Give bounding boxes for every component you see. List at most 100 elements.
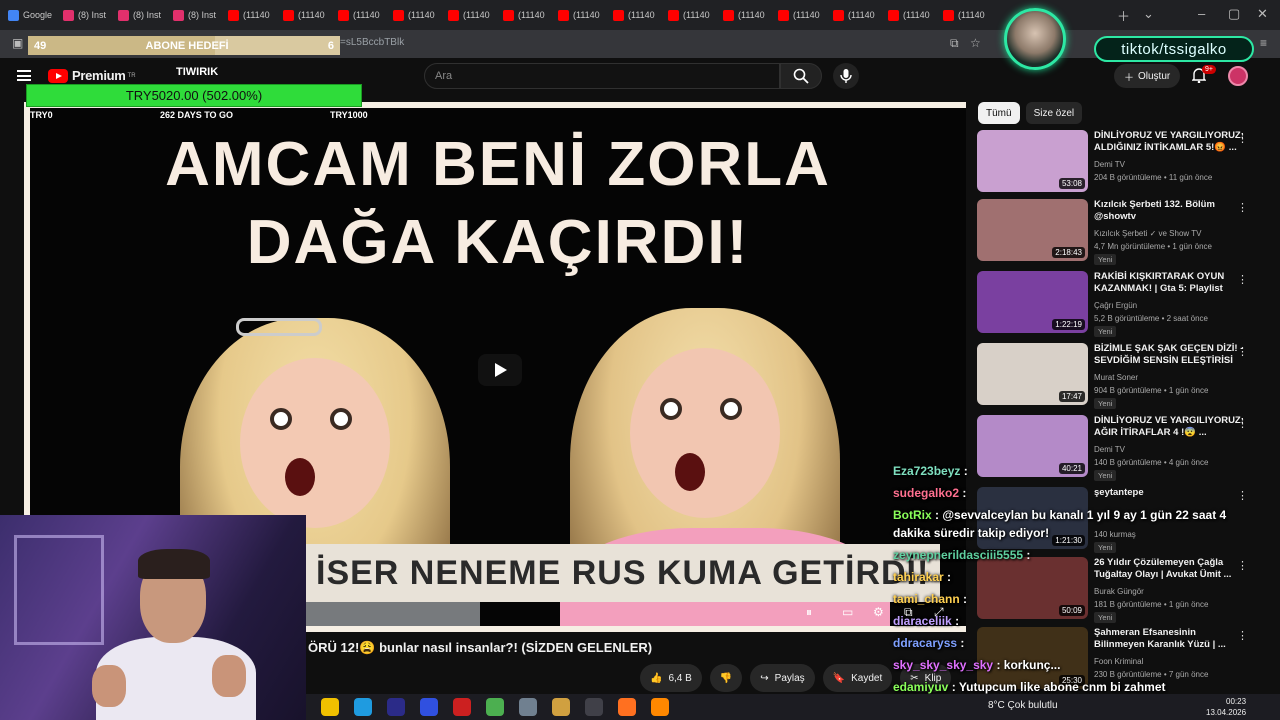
browser-tab[interactable]: (11140 <box>774 3 829 27</box>
chat-text: : <box>963 592 968 606</box>
video-thumbnail[interactable]: 17:47 <box>977 343 1088 405</box>
new-tab-icon[interactable]: ＋ <box>1117 6 1130 25</box>
tab-search-icon[interactable]: ⌄ <box>1143 6 1154 22</box>
channel-name[interactable]: Demi TV <box>1094 445 1125 454</box>
recommended-video[interactable]: 2:18:43 Kızılcık Şerbeti 132. Bölüm @show… <box>977 199 1267 265</box>
more-options-icon[interactable]: ⋮ <box>1237 201 1248 214</box>
app-icon[interactable] <box>519 698 537 716</box>
hamburger-menu-icon[interactable] <box>17 70 31 81</box>
site-info-icon[interactable]: ▣ <box>12 36 23 50</box>
file-explorer-icon[interactable] <box>321 698 339 716</box>
chat-text: : <box>955 614 960 628</box>
browser-tab[interactable]: (11140 <box>334 3 389 27</box>
tab-favicon-icon <box>888 9 899 21</box>
channel-name[interactable]: Kızılcık Şerbeti ✓ ve Show TV <box>1094 229 1201 238</box>
video-title[interactable]: DİNLİYORUZ VE YARGILIYORUZ: AĞIR İTİRAFL… <box>1094 415 1244 439</box>
more-options-icon[interactable]: ⋮ <box>1237 417 1248 430</box>
video-thumbnail[interactable]: 2:18:43 <box>977 199 1088 261</box>
video-thumbnail[interactable]: 53:08 <box>977 130 1088 192</box>
obs-icon[interactable] <box>585 698 603 716</box>
browser-tab[interactable]: (8) Inst <box>114 3 169 27</box>
premiere-icon[interactable] <box>387 698 405 716</box>
video-title[interactable]: DİNLİYORUZ VE YARGILIYORUZ: ALDIĞINIZ İN… <box>1094 130 1244 154</box>
browser-tab[interactable]: (11140 <box>609 3 664 27</box>
browser-tab[interactable]: (11140 <box>939 3 994 27</box>
search-input[interactable]: Ara <box>424 63 780 89</box>
center-play-button[interactable] <box>478 354 522 386</box>
account-avatar[interactable] <box>1228 66 1248 86</box>
app-icon[interactable] <box>420 698 438 716</box>
maximize-icon[interactable]: ▢ <box>1228 6 1240 22</box>
browser-tab[interactable]: (11140 <box>664 3 719 27</box>
chat-message: tami_chann : <box>893 592 967 606</box>
video-title[interactable]: BİZİMLE ŞAK ŞAK GEÇEN DİZİ! - SEVDİĞİM S… <box>1094 343 1244 367</box>
browser-tab[interactable]: (11140 <box>389 3 444 27</box>
share-button[interactable]: ↪ Paylaş <box>750 664 815 692</box>
video-title[interactable]: Kızılcık Şerbeti 132. Bölüm @showtv <box>1094 199 1244 223</box>
firefox-icon[interactable] <box>618 698 636 716</box>
browser-tab[interactable]: (11140 <box>499 3 554 27</box>
chrome-icon[interactable] <box>486 698 504 716</box>
logo-text: Premium <box>72 68 126 83</box>
tab-label: (11140 <box>793 10 820 20</box>
opera-icon[interactable] <box>453 698 471 716</box>
url-text[interactable]: =sL5BccbTBlk <box>340 37 404 48</box>
donation-min: TRY0 <box>30 110 53 120</box>
search-button[interactable] <box>780 63 822 89</box>
browser-tab[interactable]: (8) Inst <box>169 3 224 27</box>
recommended-video[interactable]: 17:47 BİZİMLE ŞAK ŞAK GEÇEN DİZİ! - SEVDİ… <box>977 343 1267 409</box>
bookmark-star-icon[interactable]: ☆ <box>970 36 981 50</box>
edge-icon[interactable] <box>354 698 372 716</box>
tab-favicon-icon <box>613 9 624 21</box>
more-options-icon[interactable]: ⋮ <box>1237 345 1248 358</box>
youtube-logo[interactable]: Premium TR <box>48 68 136 83</box>
chip-all[interactable]: Tümü <box>978 102 1020 124</box>
save-button[interactable]: 🔖 Kaydet <box>822 664 893 692</box>
more-options-icon[interactable]: ⋮ <box>1237 132 1248 145</box>
microphone-icon <box>840 69 852 83</box>
tiktok-handle: tiktok/tssigalko <box>1094 36 1254 62</box>
settings-gear-icon[interactable]: ⚙ <box>873 605 891 619</box>
recommended-video[interactable]: 53:08 DİNLİYORUZ VE YARGILIYORUZ: ALDIĞIN… <box>977 130 1267 194</box>
browser-tab[interactable]: (8) Inst <box>59 3 114 27</box>
chip-for-you[interactable]: Size özel <box>1025 102 1083 124</box>
system-clock[interactable]: 00:23 13.04.2026 <box>1206 696 1246 718</box>
vlc-icon[interactable] <box>651 698 669 716</box>
minimize-icon[interactable]: – <box>1198 6 1205 21</box>
channel-name[interactable]: Murat Soner <box>1094 373 1138 382</box>
channel-name[interactable]: Demi TV <box>1094 160 1125 169</box>
tab-favicon-icon <box>668 9 679 21</box>
voice-search-button[interactable] <box>833 63 859 89</box>
browser-tab[interactable]: Google <box>4 3 59 27</box>
close-window-icon[interactable]: ✕ <box>1257 6 1268 22</box>
sunglasses-on-head <box>236 318 322 336</box>
recommended-video[interactable]: 1:22:19 RAKİBİ KIŞKIRTARAK OYUN KAZANMAK!… <box>977 271 1267 337</box>
left-hand <box>92 665 126 707</box>
video-title[interactable]: RAKİBİ KIŞKIRTARAK OYUN KAZANMAK! | Gta … <box>1094 271 1244 295</box>
cast-icon[interactable]: ⧉ <box>950 36 959 51</box>
browser-tab[interactable]: (11140 <box>444 3 499 27</box>
browser-tab[interactable]: (11140 <box>554 3 609 27</box>
browser-tab[interactable]: (11140 <box>829 3 884 27</box>
weather-widget[interactable]: 8°C Çok bulutlu <box>988 700 1058 711</box>
create-button[interactable]: ＋ Oluştur <box>1114 64 1181 88</box>
video-duration: 1:22:19 <box>1052 319 1085 330</box>
dislike-button[interactable]: 👎 <box>709 664 743 692</box>
browser-tab[interactable]: (11140 <box>224 3 279 27</box>
like-button[interactable]: 👍 6,4 B <box>640 664 702 692</box>
channel-name[interactable]: Çağrı Ergün <box>1094 301 1137 310</box>
subtitles-icon[interactable]: ▭ <box>842 605 860 619</box>
search-icon <box>793 68 809 84</box>
tab-label: (11140 <box>463 10 490 20</box>
video-thumbnail[interactable]: 1:22:19 <box>977 271 1088 333</box>
browser-tab[interactable]: (11140 <box>884 3 939 27</box>
pause-icon[interactable]: ⏸ <box>806 605 824 619</box>
days-remaining: 262 DAYS TO GO <box>160 110 234 120</box>
folder-icon[interactable] <box>552 698 570 716</box>
notification-count-badge: 9+ <box>1202 65 1216 74</box>
more-options-icon[interactable]: ⋮ <box>1237 273 1248 286</box>
browser-tab[interactable]: (11140 <box>719 3 774 27</box>
browser-menu-icon[interactable]: ≡ <box>1260 36 1267 50</box>
browser-tab[interactable]: (11140 <box>279 3 334 27</box>
video-meta: 204 B görüntüleme • 11 gün önce <box>1094 173 1213 182</box>
